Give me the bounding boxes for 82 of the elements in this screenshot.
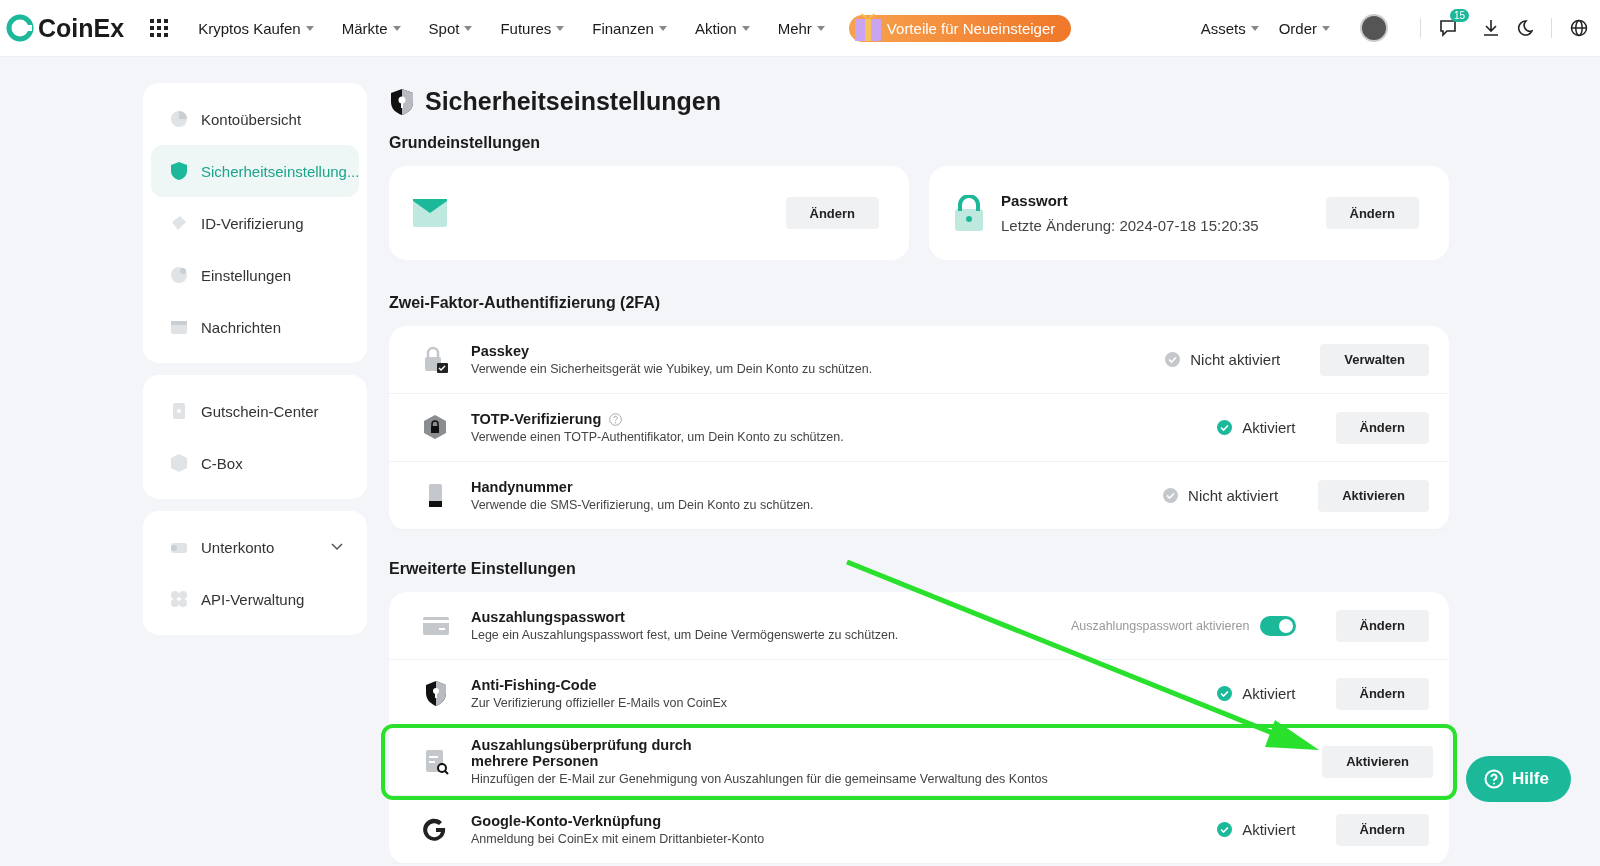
setting-title: Google-Konto-Verknüpfung [471, 813, 662, 829]
action-button[interactable]: Aktivieren [1322, 745, 1433, 778]
setting-description: Hinzufügen der E-Mail zur Genehmigung von Auszahlungen für die gemeinsame Verwaltung des Kontos [471, 772, 1049, 786]
action-button[interactable]: Verwalten [1320, 343, 1429, 376]
section-heading: Grundeinstellungen [389, 134, 542, 152]
chat-icon[interactable] [1439, 19, 1457, 37]
sidebar-item[interactable]: Unterkonto [151, 521, 359, 573]
sidebar-item-icon [169, 109, 189, 129]
caret-icon [305, 25, 314, 31]
nav-menu[interactable]: Assets [1200, 19, 1259, 37]
setting-title: Handynummer [471, 479, 573, 495]
setting-title: Auszahlungsüberprüfung durch mehrere Personen [471, 737, 693, 769]
nav-menu[interactable]: Spot [428, 19, 473, 37]
globe-icon[interactable] [1570, 19, 1588, 37]
sidebar-item[interactable]: Gutschein-Center [151, 385, 359, 437]
sidebar-item[interactable]: Kontoübersicht [151, 93, 359, 145]
caret-icon [392, 25, 401, 31]
message-count-badge: 15 [1449, 9, 1469, 22]
status-text: Aktiviert [1217, 685, 1296, 702]
caret-icon [816, 25, 825, 31]
envelope-icon [413, 199, 447, 227]
action-button[interactable]: Ändern [1335, 609, 1429, 642]
nav-menu[interactable]: Mehr [777, 19, 825, 37]
avatar-icon[interactable] [1360, 14, 1388, 42]
setting-description: Lege ein Auszahlungspasswort fest, um Deine Vermögenswerte zu schützen. [471, 628, 900, 642]
section-heading: Erweiterte Einstellungen [389, 560, 577, 578]
logo-text[interactable]: CoinEx [38, 13, 125, 43]
setting-description: Anmeldung bei CoinEx mit einem Drittanbieter-Konto [471, 832, 766, 846]
change-button[interactable]: Ändern [785, 197, 879, 229]
moon-icon[interactable] [1517, 20, 1533, 36]
status-text: Aktiviert [1217, 419, 1296, 436]
sidebar-item[interactable]: API-Verwaltung [151, 573, 359, 625]
shield-icon [389, 87, 415, 116]
sidebar-item-icon [169, 161, 189, 181]
apps-grid-icon[interactable] [150, 19, 169, 37]
logo-icon [6, 14, 34, 42]
nav-menu[interactable]: Futures [500, 19, 565, 37]
setting-description: Verwende einen TOTP-Authentifikator, um Dein Konto zu schützen. [471, 430, 845, 444]
caret-icon [556, 25, 565, 31]
sidebar-item[interactable]: C-Box [151, 437, 359, 489]
toggle-label: Auszahlungspasswort aktivieren [1070, 618, 1250, 633]
sidebar-item-icon [169, 453, 189, 473]
caret-icon [658, 25, 667, 31]
card-title: Passwort [1001, 192, 1069, 209]
nav-menu[interactable]: Kryptos Kaufen [198, 19, 314, 37]
lock-icon [953, 195, 985, 231]
sidebar-item-icon [169, 589, 189, 609]
nav-menu[interactable]: Order [1278, 19, 1330, 37]
setting-title: TOTP-Verifizierung [471, 411, 602, 427]
toggle-switch[interactable] [1259, 615, 1296, 636]
setting-description: Verwende ein Sicherheitsgerät wie Yubikey, um Dein Konto zu schützen. [471, 362, 874, 376]
page-title: Sicherheitseinstellungen [425, 87, 721, 116]
status-text: Nicht aktiviert [1163, 487, 1279, 504]
sidebar-item[interactable]: Einstellungen [151, 249, 359, 301]
action-button[interactable]: Ändern [1335, 813, 1429, 846]
setting-description: Zur Verifizierung offizieller E-Mails von CoinEx [471, 696, 729, 710]
sidebar-item[interactable]: ID-Verifizierung [151, 197, 359, 249]
sidebar-item-icon [169, 213, 189, 233]
help-icon [1484, 769, 1504, 789]
nav-menu[interactable]: Märkte [341, 19, 401, 37]
setting-title: Passkey [471, 343, 530, 359]
nav-menu[interactable]: Aktion [694, 19, 750, 37]
setting-title: Auszahlungspasswort [471, 609, 625, 625]
chevron-icon[interactable] [331, 543, 343, 551]
action-button[interactable]: Ändern [1335, 677, 1429, 710]
status-text: Nicht aktiviert [1165, 351, 1281, 368]
setting-title: Anti-Fishing-Code [471, 677, 597, 693]
card-subtitle: Letzte Änderung: 2024-07-18 15:20:35 [1001, 217, 1259, 234]
action-button[interactable]: Ändern [1335, 411, 1429, 444]
section-heading: Zwei-Faktor-Authentifizierung (2FA) [389, 294, 662, 312]
change-button[interactable]: Ändern [1325, 197, 1419, 229]
caret-icon [1250, 25, 1259, 31]
setting-description: Verwende die SMS-Verifizierung, um Dein Konto zu schützen. [471, 498, 815, 512]
caret-icon [464, 25, 473, 31]
status-text: Aktiviert [1217, 821, 1296, 838]
action-button[interactable]: Aktivieren [1318, 479, 1429, 512]
download-icon[interactable] [1483, 19, 1499, 37]
caret-icon [1322, 25, 1330, 31]
caret-icon [741, 25, 750, 31]
sidebar-item-icon [169, 265, 189, 285]
sidebar-item[interactable]: Nachrichten [151, 301, 359, 353]
nav-menu[interactable]: Finanzen [592, 19, 667, 37]
